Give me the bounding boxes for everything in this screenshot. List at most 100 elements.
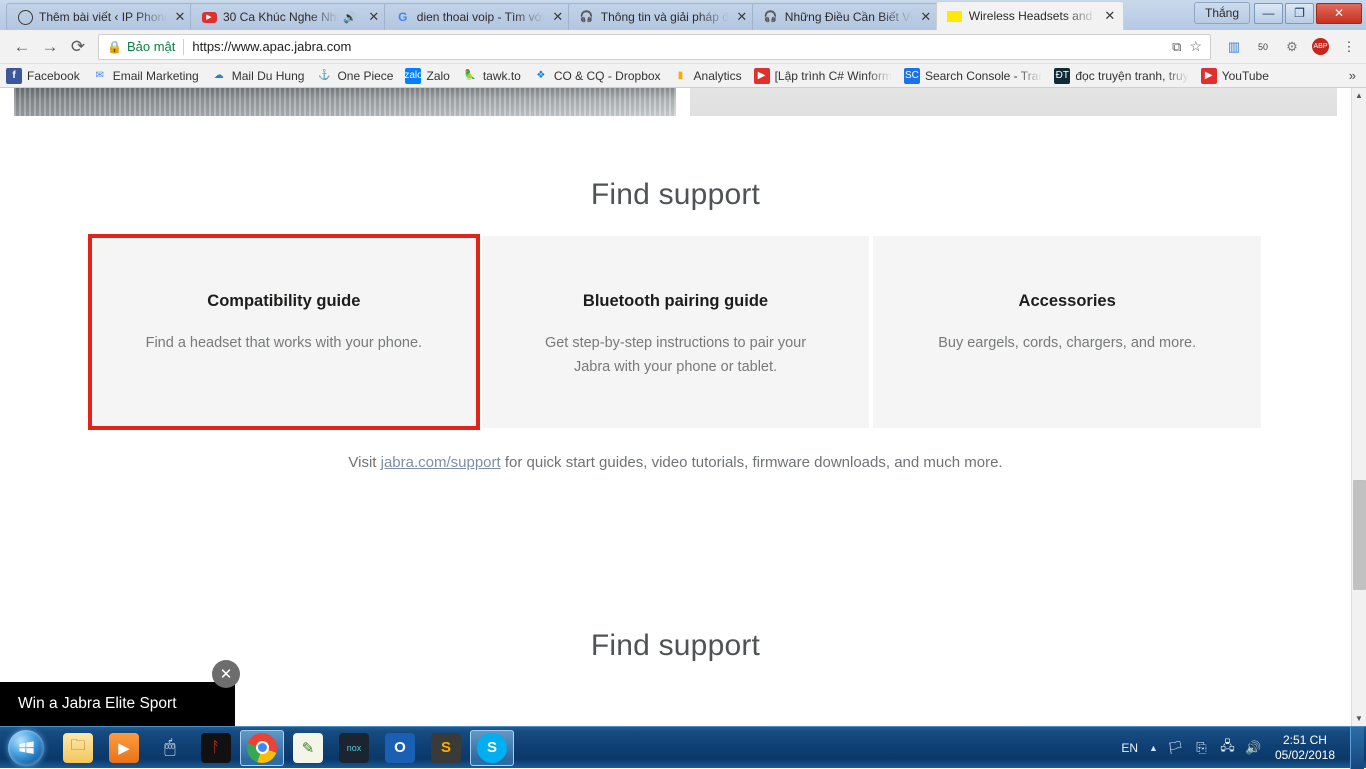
bookmark-label: Facebook — [27, 69, 80, 83]
bookmark-item[interactable]: 🦜 tawk.to — [462, 68, 521, 84]
action-center-icon[interactable]: 🏳 — [1167, 739, 1184, 756]
profile-name-button[interactable]: Thắng — [1194, 2, 1250, 24]
gear-icon[interactable]: ⚙ — [1283, 38, 1301, 56]
bookmark-item[interactable]: SC Search Console - Trar — [904, 68, 1042, 84]
address-bar[interactable]: 🔒 Bảo mật https://www.apac.jabra.com ⧉ ☆ — [98, 34, 1211, 60]
card-compatibility-guide[interactable]: Compatibility guide Find a headset that … — [90, 236, 478, 428]
bookmark-item[interactable]: ❖ CO & CQ - Dropbox — [533, 68, 661, 84]
seo-extension-icon[interactable]: 50 — [1254, 38, 1272, 56]
browser-toolbar: ← → ⟳ 🔒 Bảo mật https://www.apac.jabra.c… — [0, 30, 1366, 64]
clock[interactable]: 2:51 CH 05/02/2018 — [1275, 733, 1335, 763]
taskbar-item-chrome[interactable] — [240, 730, 284, 766]
scroll-down-arrow-icon[interactable]: ▼ — [1352, 711, 1366, 726]
minimize-button[interactable]: — — [1254, 3, 1283, 24]
tab-strip: Thêm bài viết ‹ IP Phone ✕ ▶ 30 Ca Khúc … — [0, 0, 1366, 30]
browser-tab[interactable]: 🎧 Những Điều Cần Biết Về ✕ — [752, 3, 940, 30]
taskbar-item-nox[interactable]: nox — [332, 730, 376, 766]
sublime-text-icon: S — [431, 733, 461, 763]
volume-icon[interactable]: 🔊 — [1245, 739, 1262, 756]
jabra-support-link[interactable]: jabra.com/support — [381, 454, 501, 471]
usb-device-icon[interactable]: ⎘ — [1193, 739, 1210, 756]
tab-close-icon[interactable]: ✕ — [1103, 9, 1117, 23]
taskbar-item-explorer[interactable]: 🗀 — [56, 730, 100, 766]
taskbar-item-garena[interactable]: ᚨ — [194, 730, 238, 766]
tab-close-icon[interactable]: ✕ — [551, 10, 565, 24]
scrollbar-thumb[interactable] — [1353, 480, 1366, 590]
bookmark-label: [Lập trình C# Winform — [775, 69, 892, 83]
tab-title: Thông tin và giải pháp đ — [601, 10, 729, 24]
bookmark-item[interactable]: ▶ [Lập trình C# Winform — [754, 68, 892, 84]
tab-close-icon[interactable]: ✕ — [735, 10, 749, 24]
card-description: Find a headset that works with your phon… — [146, 331, 422, 355]
taskbar-item-outlook[interactable]: O — [378, 730, 422, 766]
bookmark-label: YouTube — [1222, 69, 1269, 83]
card-description: Buy eargels, cords, chargers, and more. — [938, 331, 1196, 355]
windows-explorer-icon: 🗀 — [63, 733, 93, 763]
card-accessories[interactable]: Accessories Buy eargels, cords, chargers… — [873, 236, 1261, 428]
facebook-icon: f — [6, 68, 22, 84]
tab-audio-icon[interactable]: 🔊 — [343, 11, 357, 24]
bookmark-label: One Piece — [337, 69, 393, 83]
bookmark-item[interactable]: ✉ Email Marketing — [92, 68, 199, 84]
taskbar-apps: 🗀 ▶ 🖱 ᚨ ✎ nox O S S — [56, 730, 514, 766]
card-bluetooth-pairing-guide[interactable]: Bluetooth pairing guide Get step-by-step… — [482, 236, 870, 428]
hero-image-left — [14, 88, 676, 116]
tab-close-icon[interactable]: ✕ — [367, 10, 381, 24]
dropbox-icon: ❖ — [533, 68, 549, 84]
close-window-button[interactable]: ✕ — [1316, 3, 1362, 24]
browser-tab[interactable]: ▶ 30 Ca Khúc Nghe Nhi 🔊 ✕ — [190, 3, 388, 30]
show-desktop-button[interactable] — [1350, 727, 1364, 769]
bookmarks-overflow-icon[interactable]: » — [1349, 68, 1360, 83]
bookmark-item[interactable]: ⚓ One Piece — [316, 68, 393, 84]
analytics-extension-icon[interactable]: ▥ — [1225, 38, 1243, 56]
tab-title: dien thoai voip - Tìm với — [417, 10, 545, 24]
taskbar-item-sublime[interactable]: S — [424, 730, 468, 766]
tab-title: Thêm bài viết ‹ IP Phone — [39, 10, 167, 24]
browser-tab[interactable]: Thêm bài viết ‹ IP Phone ✕ — [6, 3, 194, 30]
bookmark-item[interactable]: zalo Zalo — [405, 68, 449, 84]
promo-toast[interactable]: Win a Jabra Elite Sport — [0, 682, 235, 726]
adblock-plus-icon[interactable]: ABP — [1312, 38, 1329, 55]
clock-date: 05/02/2018 — [1275, 748, 1335, 763]
reload-button[interactable]: ⟳ — [64, 33, 92, 61]
start-button[interactable] — [2, 729, 50, 767]
close-icon[interactable]: ✕ — [212, 660, 240, 688]
scroll-up-arrow-icon[interactable]: ▲ — [1352, 88, 1366, 103]
taskbar-item-notepadpp[interactable]: ✎ — [286, 730, 330, 766]
browser-tab-active[interactable]: Wireless Headsets and H ✕ — [936, 1, 1124, 30]
bookmark-label: đọc truyện tranh, truy — [1075, 69, 1188, 83]
forward-button[interactable]: → — [36, 33, 64, 61]
bookmark-item[interactable]: ▮ Analytics — [673, 68, 742, 84]
browser-tab[interactable]: G dien thoai voip - Tìm với ✕ — [384, 3, 572, 30]
back-button[interactable]: ← — [8, 33, 36, 61]
taskbar-item-media-player[interactable]: ▶ — [102, 730, 146, 766]
bookmark-item[interactable]: ĐT đọc truyện tranh, truy — [1054, 68, 1188, 84]
bookmark-item[interactable]: ☁ Mail Du Hung — [211, 68, 305, 84]
language-indicator[interactable]: EN — [1121, 741, 1138, 755]
google-analytics-icon: ▮ — [673, 68, 689, 84]
bookmark-item[interactable]: f Facebook — [6, 68, 80, 84]
url-text[interactable]: https://www.apac.jabra.com — [192, 39, 351, 54]
taskbar-item-skype[interactable]: S — [470, 730, 514, 766]
bookmark-label: Analytics — [694, 69, 742, 83]
maximize-button[interactable]: ❐ — [1285, 3, 1314, 24]
page-viewport: Find support Compatibility guide Find a … — [0, 88, 1366, 726]
browser-tab[interactable]: 🎧 Thông tin và giải pháp đ ✕ — [568, 3, 756, 30]
page-content: Find support Compatibility guide Find a … — [0, 88, 1351, 663]
chrome-menu-icon[interactable]: ⋮ — [1340, 38, 1358, 56]
bookmark-item[interactable]: ▶ YouTube — [1201, 68, 1269, 84]
page-title: Find support — [0, 178, 1351, 212]
star-icon[interactable]: ☆ — [1189, 38, 1202, 55]
nox-player-icon: nox — [339, 733, 369, 763]
vertical-scrollbar[interactable]: ▲ ▼ — [1351, 88, 1366, 726]
card-title: Bluetooth pairing guide — [583, 292, 768, 311]
translate-icon[interactable]: ⧉ — [1172, 39, 1181, 55]
tab-close-icon[interactable]: ✕ — [173, 10, 187, 24]
omnibox-divider — [183, 39, 184, 55]
tab-close-icon[interactable]: ✕ — [919, 10, 933, 24]
taskbar-item-mouse-utility[interactable]: 🖱 — [148, 730, 192, 766]
onepiece-icon: ⚓ — [316, 68, 332, 84]
network-icon[interactable]: 🖧 — [1219, 739, 1236, 756]
show-hidden-icons-arrow[interactable]: ▲ — [1149, 743, 1158, 753]
bookmark-label: CO & CQ - Dropbox — [554, 69, 661, 83]
